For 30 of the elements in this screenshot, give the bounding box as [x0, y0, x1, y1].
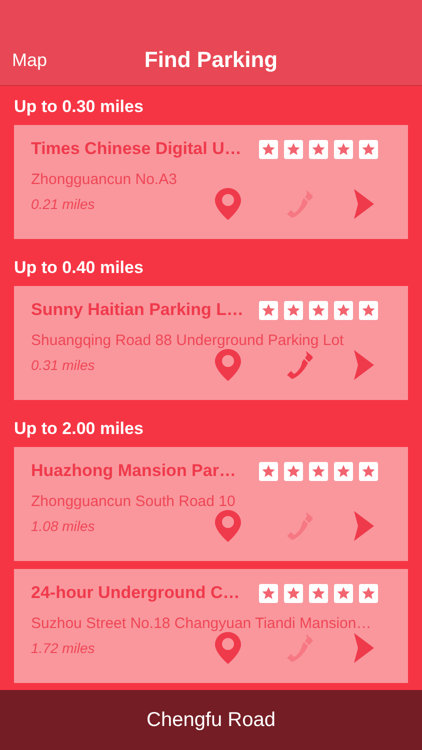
parking-name: Times Chinese Digital U…	[31, 139, 242, 159]
section-header: Up to 0.40 miles	[14, 257, 144, 279]
chevron-right-icon	[354, 511, 374, 541]
distance-label: 1.08 miles	[31, 518, 95, 534]
chevron-right-icon	[354, 350, 374, 380]
parking-card[interactable]: Huazhong Mansion Par… Zhongguancun South Road 10 1.08 miles	[14, 447, 408, 561]
parking-name: Huazhong Mansion Par…	[31, 461, 236, 481]
parking-address: Zhongguancun No.A3	[31, 171, 178, 188]
location-pin-icon	[215, 188, 241, 220]
location-pin-icon	[215, 632, 241, 664]
location-pin-icon	[215, 510, 241, 542]
map-button[interactable]: Map	[0, 50, 60, 71]
chevron-right-icon	[354, 189, 374, 219]
distance-label: 0.31 miles	[31, 357, 95, 373]
parking-name: 24-hour Underground C…	[31, 583, 240, 603]
chevron-right-icon	[354, 633, 374, 663]
parking-name: Sunny Haitian Parking L…	[31, 300, 244, 320]
parking-card[interactable]: 24-hour Underground C… Suzhou Street No.18 Changyuan Tiandi Mansion… 1.72 miles	[14, 569, 408, 683]
section-header: Up to 0.30 miles	[14, 96, 144, 118]
location-pin-icon	[215, 349, 241, 381]
location-bar-button[interactable]: Chengfu Road	[0, 690, 422, 750]
screen-title: Find Parking	[144, 47, 278, 73]
parking-card[interactable]: Times Chinese Digital U… Zhongguancun No.A3 0.21 miles	[14, 125, 408, 239]
parking-address: Shuangqing Road 88 Underground Parking Lot	[31, 332, 345, 349]
parking-address: Zhongguancun South Road 10	[31, 493, 236, 510]
section-header: Up to 2.00 miles	[14, 418, 144, 440]
parking-address: Suzhou Street No.18 Changyuan Tiandi Mansion…	[31, 615, 372, 632]
distance-label: 0.21 miles	[31, 196, 95, 212]
distance-label: 1.72 miles	[31, 640, 95, 656]
parking-card[interactable]: Sunny Haitian Parking L… Shuangqing Road 88 Underground Parking Lot 0.31 miles	[14, 286, 408, 400]
